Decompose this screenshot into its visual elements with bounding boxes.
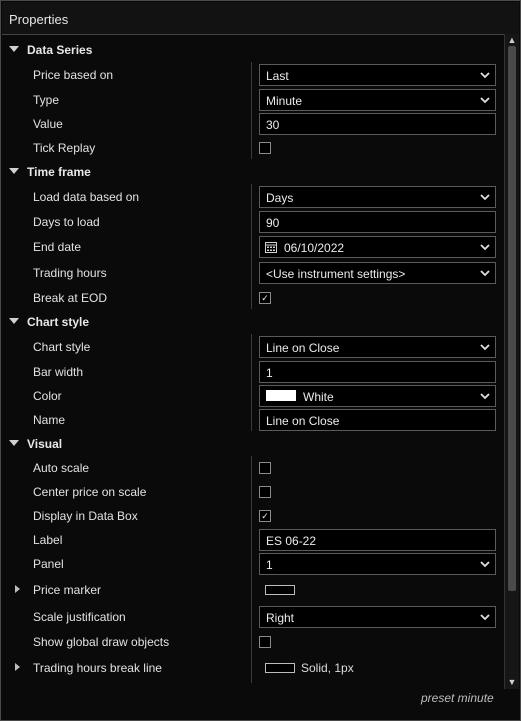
bar-width-input[interactable]: 1 — [259, 361, 496, 383]
scroll-down-icon[interactable]: ▼ — [507, 677, 517, 687]
chevron-down-icon[interactable] — [478, 389, 492, 403]
scale-justification-select[interactable]: Right — [259, 606, 496, 628]
property-label: Display in Data Box — [33, 509, 138, 523]
calendar-icon[interactable] — [265, 241, 277, 253]
select-value: Days — [266, 191, 294, 205]
chevron-down-icon[interactable] — [478, 68, 492, 82]
property-label: Days to load — [33, 215, 100, 229]
category-label: Data Series — [27, 43, 93, 57]
category-label: Chart style — [27, 315, 90, 329]
select-value: 1 — [266, 558, 273, 572]
chevron-down-icon[interactable] — [478, 266, 492, 280]
input-value: ES 06-22 — [266, 534, 317, 548]
window-title: Properties — [9, 12, 69, 27]
line-preview — [265, 585, 295, 595]
triangle-right-icon[interactable] — [15, 663, 20, 671]
chevron-down-icon[interactable] — [478, 190, 492, 204]
property-label: End date — [33, 240, 82, 254]
column-separator — [251, 334, 252, 431]
name-input[interactable]: Line on Close — [259, 409, 496, 431]
end-date-picker[interactable]: 06/10/2022 — [259, 236, 496, 258]
property-label: Price marker — [33, 583, 102, 597]
column-separator — [251, 456, 252, 683]
scroll-up-icon[interactable]: ▲ — [507, 35, 517, 45]
tick-replay-checkbox[interactable] — [259, 142, 271, 154]
color-picker[interactable]: White — [259, 385, 496, 407]
property-label: Auto scale — [33, 461, 90, 475]
chevron-down-icon[interactable] — [478, 557, 492, 571]
property-label: Trading hours — [33, 266, 107, 280]
property-label: Panel — [33, 557, 64, 571]
properties-window: Properties ▲ ▼ Data Series Price based on… — [0, 0, 521, 721]
triangle-down-icon[interactable] — [9, 46, 19, 52]
load-data-based-on-select[interactable]: Days — [259, 186, 496, 208]
property-label: Show global draw objects — [33, 635, 170, 649]
property-label: Bar width — [33, 365, 84, 379]
property-label: Chart style — [33, 340, 91, 354]
date-value: 06/10/2022 — [284, 241, 345, 255]
input-value: 1 — [266, 366, 273, 380]
title-bar: Properties — [2, 2, 519, 35]
break-at-eod-checkbox[interactable]: ✓ — [259, 292, 271, 304]
property-label: Price based on — [33, 68, 114, 82]
preset-label: preset minute — [421, 691, 494, 705]
select-value: Minute — [266, 94, 303, 108]
input-value: 90 — [266, 216, 280, 230]
display-in-data-box-checkbox[interactable]: ✓ — [259, 510, 271, 522]
category-label: Time frame — [27, 165, 91, 179]
property-label: Trading hours break line — [33, 661, 162, 675]
triangle-right-icon[interactable] — [15, 585, 20, 593]
property-label: Tick Replay — [33, 141, 96, 155]
chevron-down-icon[interactable] — [478, 610, 492, 624]
trading-hours-select[interactable]: <Use instrument settings> — [259, 262, 496, 284]
property-label: Label — [33, 533, 63, 547]
triangle-down-icon[interactable] — [9, 168, 19, 174]
vertical-scrollbar[interactable]: ▲ ▼ — [504, 34, 519, 689]
category-chart-style[interactable]: Chart style — [1, 310, 501, 334]
triangle-down-icon[interactable] — [9, 318, 19, 324]
select-value: <Use instrument settings> — [266, 267, 406, 281]
line-style-value: Solid, 1px — [301, 661, 354, 675]
chevron-down-icon[interactable] — [478, 340, 492, 354]
property-label: Break at EOD — [33, 291, 108, 305]
property-label: Name — [33, 413, 66, 427]
category-time-frame[interactable]: Time frame — [1, 160, 501, 184]
chevron-down-icon[interactable] — [478, 240, 492, 254]
property-label: Color — [33, 389, 62, 403]
select-value: Last — [266, 69, 289, 83]
property-label: Type — [33, 93, 60, 107]
price-based-on-select[interactable]: Last — [259, 64, 496, 86]
select-value: Line on Close — [266, 341, 340, 355]
type-select[interactable]: Minute — [259, 89, 496, 111]
panel-select[interactable]: 1 — [259, 553, 496, 575]
column-separator — [251, 62, 252, 159]
category-visual[interactable]: Visual — [1, 432, 501, 456]
color-swatch — [266, 390, 296, 401]
column-separator — [251, 184, 252, 309]
input-value: Line on Close — [266, 414, 340, 428]
property-label: Load data based on — [33, 190, 140, 204]
input-value: 30 — [266, 118, 280, 132]
auto-scale-checkbox[interactable] — [259, 462, 271, 474]
property-label: Scale justification — [33, 610, 126, 624]
chevron-down-icon[interactable] — [478, 93, 492, 107]
triangle-down-icon[interactable] — [9, 440, 19, 446]
days-to-load-input[interactable]: 90 — [259, 211, 496, 233]
category-data-series[interactable]: Data Series — [1, 38, 501, 62]
center-price-on-scale-checkbox[interactable] — [259, 486, 271, 498]
select-value: Right — [266, 611, 295, 625]
label-input[interactable]: ES 06-22 — [259, 529, 496, 551]
show-global-draw-objects-checkbox[interactable] — [259, 636, 271, 648]
category-label: Visual — [27, 437, 63, 451]
line-preview — [265, 663, 295, 673]
color-value: White — [303, 390, 334, 404]
property-label: Center price on scale — [33, 485, 147, 499]
value-input[interactable]: 30 — [259, 113, 496, 135]
chart-style-select[interactable]: Line on Close — [259, 336, 496, 358]
scroll-thumb[interactable] — [508, 46, 516, 591]
property-label: Value — [33, 117, 63, 131]
